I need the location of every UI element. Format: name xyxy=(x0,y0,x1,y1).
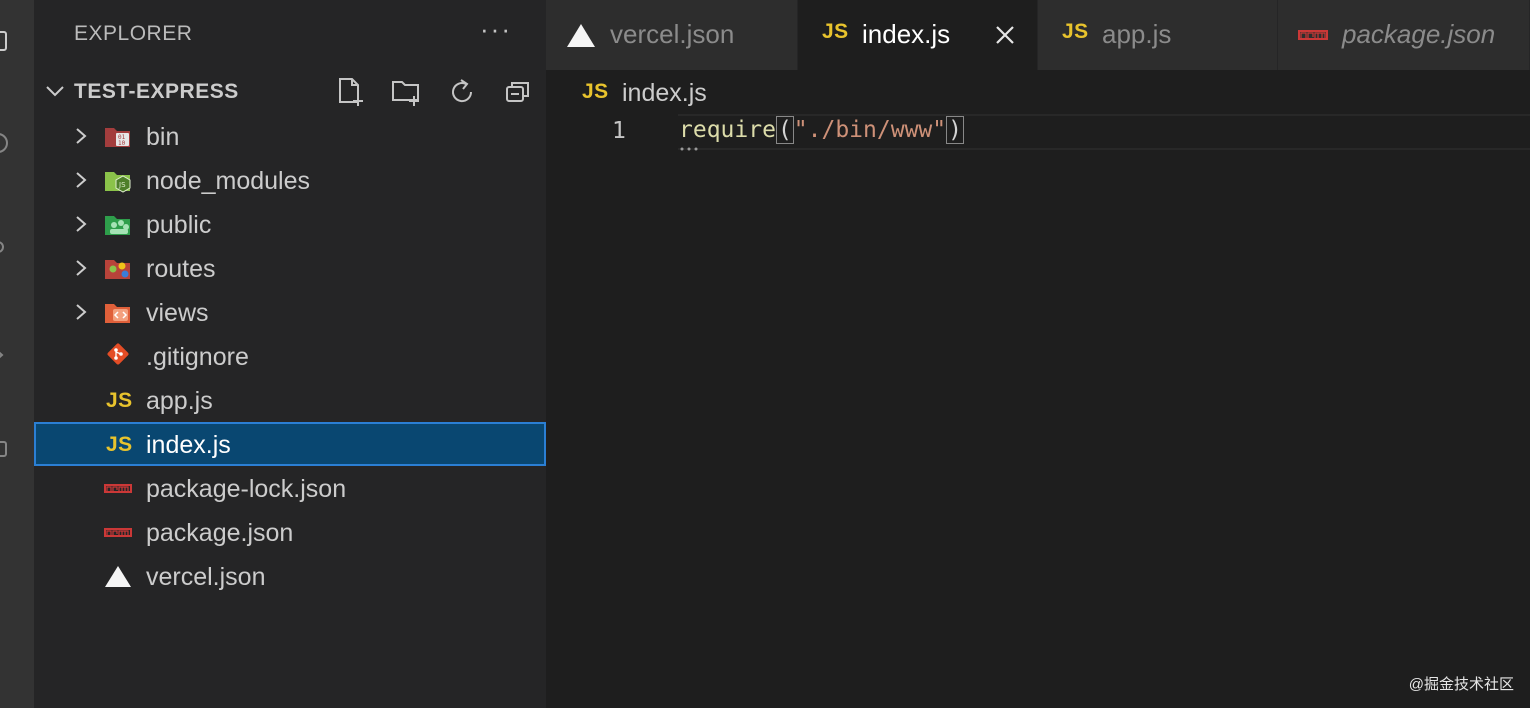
folder-node-icon: JS xyxy=(105,172,131,193)
tree-item-label: node_modules xyxy=(146,167,311,195)
tree-item-package-json[interactable]: package.json xyxy=(34,510,546,554)
folder-public-icon xyxy=(105,216,130,235)
close-icon[interactable] xyxy=(994,24,1016,46)
vercel-icon xyxy=(567,24,595,47)
new-file-icon[interactable] xyxy=(334,76,366,108)
chevron-right-icon xyxy=(76,304,87,320)
tree-item-label: package.json xyxy=(146,519,294,547)
tree-item-bin[interactable]: 01 10 bin xyxy=(34,114,546,158)
watermark: @掘金技术社区 xyxy=(1408,676,1514,693)
tree-item-index-js[interactable]: JS index.js xyxy=(34,422,546,466)
tree-item-routes[interactable]: routes xyxy=(34,246,546,290)
js-icon: JS xyxy=(106,433,133,456)
tab-label: app.js xyxy=(1102,19,1172,49)
editor-area[interactable]: JS index.js 1 require("./bin/www") xyxy=(546,70,1530,708)
extensions-icon[interactable] xyxy=(0,438,10,460)
svg-text:JS: JS xyxy=(118,181,126,189)
tree-item-gitignore[interactable]: .gitignore xyxy=(34,334,546,378)
folder-bin-icon: 0110 xyxy=(105,128,130,147)
code-line[interactable]: require("./bin/www") xyxy=(679,116,964,144)
tree-item-label: index.js xyxy=(146,431,231,459)
js-icon: JS xyxy=(822,20,849,43)
chevron-right-icon xyxy=(76,260,87,276)
more-actions-icon[interactable]: ··· xyxy=(480,14,512,45)
refresh-icon[interactable] xyxy=(446,76,478,108)
npm-icon xyxy=(104,484,132,493)
explorer-sidebar: EXPLORER ··· TEST-EXPRESS 01 10 bin JS no… xyxy=(34,0,546,708)
tab-vercel-json[interactable]: vercel.json xyxy=(546,0,798,70)
chevron-right-icon xyxy=(76,172,87,188)
editor-tab-bar: vercel.json JS index.js JS app.js packag… xyxy=(546,0,1530,70)
code-close-paren: ) xyxy=(946,116,964,144)
tree-item-label: vercel.json xyxy=(146,563,266,591)
project-name: TEST-EXPRESS xyxy=(74,80,239,103)
tab-index-js[interactable]: JS index.js xyxy=(798,0,1038,70)
tree-item-label: .gitignore xyxy=(146,343,249,371)
tree-item-label: app.js xyxy=(146,387,213,415)
tab-label: vercel.json xyxy=(610,19,735,49)
files-icon[interactable] xyxy=(0,30,10,52)
tree-item-label: routes xyxy=(146,255,216,283)
source-control-icon[interactable] xyxy=(0,236,10,258)
tree-item-package-lock-json[interactable]: package-lock.json xyxy=(34,466,546,510)
chevron-right-icon xyxy=(76,128,87,144)
activity-bar xyxy=(0,0,34,708)
tree-item-label: views xyxy=(146,299,209,327)
tab-label: index.js xyxy=(862,19,951,49)
tree-item-label: bin xyxy=(146,123,180,151)
hint-dots xyxy=(680,147,698,151)
search-icon[interactable] xyxy=(0,132,10,154)
project-root-row[interactable]: TEST-EXPRESS xyxy=(34,70,546,114)
js-icon: JS xyxy=(1062,20,1089,43)
explorer-header: EXPLORER xyxy=(74,22,193,45)
tree-item-public[interactable]: public xyxy=(34,202,546,246)
chevron-right-icon xyxy=(76,216,87,232)
tree-item-vercel-json[interactable]: vercel.json xyxy=(34,554,546,598)
vercel-icon xyxy=(105,566,131,587)
tab-package-json[interactable]: package.json xyxy=(1278,0,1530,70)
code-open-paren: ( xyxy=(775,116,794,144)
line-number: 1 xyxy=(612,118,626,144)
js-icon: JS xyxy=(582,80,609,103)
js-icon: JS xyxy=(106,389,133,412)
tab-label: package.json xyxy=(1342,19,1496,49)
npm-icon xyxy=(104,528,132,537)
tree-item-views[interactable]: views xyxy=(34,290,546,334)
tree-item-label: package-lock.json xyxy=(146,475,347,503)
folder-views-icon xyxy=(105,304,130,323)
tree-item-label: public xyxy=(146,211,212,239)
tab-app-js[interactable]: JS app.js xyxy=(1038,0,1278,70)
new-folder-icon[interactable] xyxy=(390,76,422,108)
tree-item-node-modules[interactable]: JS node_modules xyxy=(34,158,546,202)
chevron-down-icon xyxy=(46,86,64,97)
git-icon xyxy=(107,343,129,365)
tree-item-app-js[interactable]: JS app.js xyxy=(34,378,546,422)
run-debug-icon[interactable] xyxy=(0,344,10,366)
code-function: require xyxy=(679,117,776,143)
npm-icon xyxy=(1298,30,1328,40)
collapse-all-icon[interactable] xyxy=(502,76,534,108)
folder-routes-icon xyxy=(105,260,130,279)
svg-text:10: 10 xyxy=(118,140,126,147)
code-string: "./bin/www" xyxy=(793,117,947,143)
breadcrumb[interactable]: index.js xyxy=(622,79,707,108)
